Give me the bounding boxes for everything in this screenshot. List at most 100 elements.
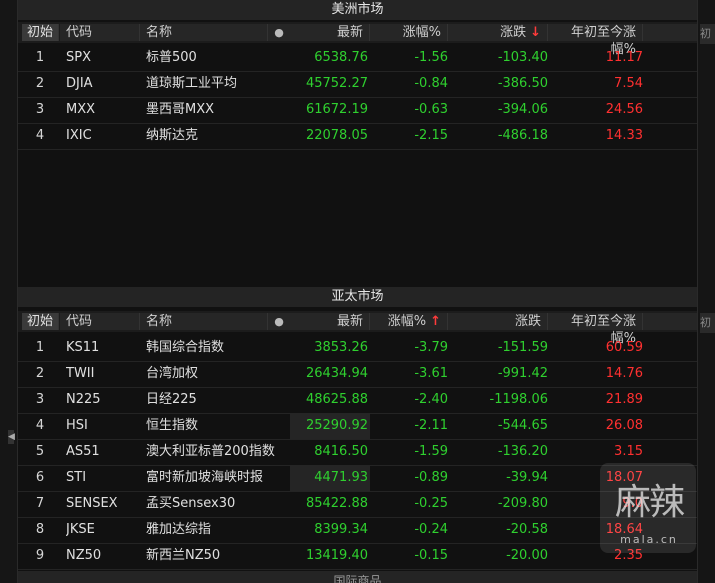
table-row[interactable]: 1 KS11 韩国综合指数 3853.26 -3.79 -151.59 60.59 bbox=[18, 335, 697, 362]
row-ytd: 14.33 bbox=[605, 128, 643, 143]
right-panel-stub-1[interactable]: 初 bbox=[700, 24, 715, 44]
table-row[interactable]: 3 N225 日经225 48625.88 -2.40 -1198.06 21.89 bbox=[18, 387, 697, 414]
row-chg: -20.00 bbox=[506, 548, 548, 563]
row-latest: 6538.76 bbox=[314, 50, 368, 65]
americas-col-name[interactable]: 名称 bbox=[140, 24, 268, 41]
row-index: 5 bbox=[35, 444, 45, 459]
table-row[interactable]: 3 MXX 墨西哥MXX 61672.19 -0.63 -394.06 24.56 bbox=[18, 97, 697, 124]
row-name: 雅加达综指 bbox=[146, 522, 212, 537]
row-code: TWII bbox=[66, 366, 95, 381]
americas-col-code[interactable]: 代码 bbox=[60, 24, 140, 41]
row-chg: -39.94 bbox=[506, 470, 548, 485]
asia-col-name[interactable]: 名称 bbox=[140, 313, 268, 330]
table-row[interactable]: 4 IXIC 纳斯达克 22078.05 -2.15 -486.18 14.33 bbox=[18, 123, 697, 150]
row-latest: 13419.40 bbox=[305, 548, 368, 563]
row-name: 台湾加权 bbox=[146, 366, 199, 381]
row-chg: -386.50 bbox=[497, 76, 548, 91]
row-ytd: 26.08 bbox=[605, 418, 643, 433]
row-code: N225 bbox=[66, 392, 101, 407]
americas-col-ytd[interactable]: 年初至今涨幅% bbox=[548, 24, 643, 57]
asia-reset-button[interactable]: 初始 bbox=[22, 313, 59, 330]
table-row[interactable]: 8 JKSE 雅加达综指 8399.34 -0.24 -20.58 18.64 bbox=[18, 517, 697, 544]
row-pct: -0.89 bbox=[414, 470, 448, 485]
row-pct: -1.56 bbox=[414, 50, 448, 65]
row-pct: -0.84 bbox=[414, 76, 448, 91]
row-latest: 45752.27 bbox=[305, 76, 368, 91]
dot-icon: ● bbox=[274, 315, 284, 328]
row-name: 澳大利亚标普200指数 bbox=[146, 444, 275, 459]
row-pct: -2.11 bbox=[414, 418, 448, 433]
americas-col-chg[interactable]: 涨跌 ↓ bbox=[448, 24, 548, 41]
row-code: JKSE bbox=[66, 522, 95, 537]
americas-col-latest[interactable]: 最新 bbox=[290, 24, 370, 41]
row-latest: 22078.05 bbox=[305, 128, 368, 143]
table-row[interactable]: 7 SENSEX 孟买Sensex30 85422.88 -0.25 -209.80 9.0 bbox=[18, 491, 697, 518]
americas-col-spacer bbox=[643, 24, 697, 41]
row-chg: -136.20 bbox=[497, 444, 548, 459]
row-chg: -103.40 bbox=[497, 50, 548, 65]
row-index: 6 bbox=[35, 470, 45, 485]
row-name: 恒生指数 bbox=[146, 418, 199, 433]
sort-up-arrow-icon: ↑ bbox=[430, 314, 441, 329]
row-ytd: 18.07 bbox=[605, 470, 643, 485]
row-code: NZ50 bbox=[66, 548, 102, 563]
row-name: 富时新加坡海峡时报 bbox=[146, 470, 264, 485]
row-latest: 85422.88 bbox=[305, 496, 368, 511]
table-row[interactable]: 2 TWII 台湾加权 26434.94 -3.61 -991.42 14.76 bbox=[18, 361, 697, 388]
row-code: SENSEX bbox=[66, 496, 118, 511]
row-ytd: 11.17 bbox=[605, 50, 643, 65]
asia-col-dot[interactable]: ● bbox=[268, 313, 291, 330]
row-name: 道琼斯工业平均 bbox=[146, 76, 238, 91]
row-index: 2 bbox=[35, 76, 45, 91]
row-index: 9 bbox=[35, 548, 45, 563]
row-ytd: 2.35 bbox=[614, 548, 643, 563]
table-row[interactable]: 6 STI 富时新加坡海峡时报 4471.93 -0.89 -39.94 18.07 bbox=[18, 465, 697, 492]
asia-column-header: 初始 代码 名称 ● 最新 涨幅% ↑ 涨跌 年初至今涨幅% bbox=[18, 311, 697, 346]
right-panel-stub-2[interactable]: 初 bbox=[700, 313, 715, 333]
row-index: 3 bbox=[35, 392, 45, 407]
row-code: HSI bbox=[66, 418, 88, 433]
row-latest: 25290.92 bbox=[290, 413, 370, 439]
row-index: 7 bbox=[35, 496, 45, 511]
asia-col-ytd[interactable]: 年初至今涨幅% bbox=[548, 313, 643, 346]
asia-col-pct[interactable]: 涨幅% ↑ bbox=[370, 313, 448, 330]
row-ytd: 14.76 bbox=[605, 366, 643, 381]
americas-col-dot[interactable]: ● bbox=[268, 24, 291, 41]
row-name: 孟买Sensex30 bbox=[146, 496, 236, 511]
table-row[interactable]: 2 DJIA 道琼斯工业平均 45752.27 -0.84 -386.50 7.54 bbox=[18, 71, 697, 98]
dot-icon: ● bbox=[274, 26, 284, 39]
row-index: 8 bbox=[35, 522, 45, 537]
row-ytd: 60.59 bbox=[605, 340, 643, 355]
table-row[interactable]: 9 NZ50 新西兰NZ50 13419.40 -0.15 -20.00 2.35 bbox=[18, 543, 697, 570]
americas-reset-button[interactable]: 初始 bbox=[22, 24, 59, 41]
row-latest: 8416.50 bbox=[314, 444, 368, 459]
table-row[interactable]: 4 HSI 恒生指数 25290.92 -2.11 -544.65 26.08 bbox=[18, 413, 697, 440]
row-index: 3 bbox=[35, 102, 45, 117]
row-pct: -2.40 bbox=[414, 392, 448, 407]
row-pct: -0.24 bbox=[414, 522, 448, 537]
row-chg: -544.65 bbox=[497, 418, 548, 433]
left-splitter[interactable]: ◀ bbox=[0, 0, 18, 583]
table-row[interactable]: 1 SPX 标普500 6538.76 -1.56 -103.40 11.17 bbox=[18, 45, 697, 72]
asia-col-code[interactable]: 代码 bbox=[60, 313, 140, 330]
row-code: AS51 bbox=[66, 444, 100, 459]
row-name: 日经225 bbox=[146, 392, 197, 407]
americas-col-pct[interactable]: 涨幅% bbox=[370, 24, 448, 41]
row-ytd: 9.0 bbox=[622, 496, 643, 511]
collapse-left-icon[interactable]: ◀ bbox=[8, 430, 15, 444]
right-panel-edge[interactable]: 初 初 bbox=[697, 0, 715, 583]
row-code: DJIA bbox=[66, 76, 93, 91]
table-row[interactable]: 5 AS51 澳大利亚标普200指数 8416.50 -1.59 -136.20 3.15 bbox=[18, 439, 697, 466]
row-latest: 61672.19 bbox=[305, 102, 368, 117]
row-latest: 3853.26 bbox=[314, 340, 368, 355]
row-chg: -1198.06 bbox=[489, 392, 548, 407]
row-index: 1 bbox=[35, 50, 45, 65]
row-index: 2 bbox=[35, 366, 45, 381]
asia-col-latest[interactable]: 最新 bbox=[290, 313, 370, 330]
row-name: 新西兰NZ50 bbox=[146, 548, 221, 563]
row-pct: -0.15 bbox=[414, 548, 448, 563]
row-ytd: 18.64 bbox=[605, 522, 643, 537]
americas-section-title: 美洲市场 bbox=[18, 0, 697, 20]
asia-col-spacer bbox=[643, 313, 697, 330]
asia-col-chg[interactable]: 涨跌 bbox=[448, 313, 548, 330]
